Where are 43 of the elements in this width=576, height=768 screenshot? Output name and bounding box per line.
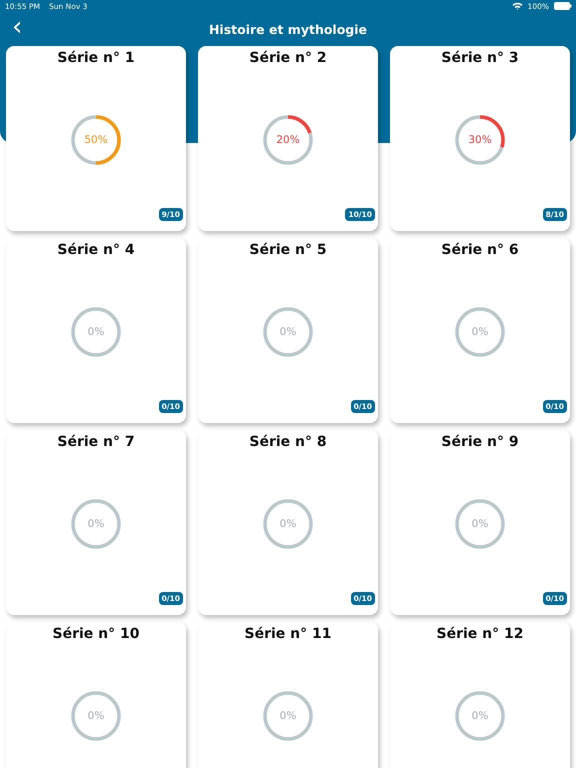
series-title: Série n° 9 [441, 434, 519, 450]
series-title: Série n° 5 [249, 242, 327, 258]
percent-label: 0% [88, 518, 104, 530]
percent-label: 30% [468, 134, 492, 146]
series-title: Série n° 2 [249, 50, 327, 66]
page-title: Histoire et mythologie [208, 22, 368, 36]
progress-ring [454, 498, 506, 550]
series-title: Série n° 3 [441, 50, 519, 66]
progress-ring [70, 498, 122, 550]
wifi-icon [512, 2, 523, 10]
series-card[interactable]: Série n° 11 0% [198, 622, 378, 768]
series-title: Série n° 7 [57, 434, 135, 450]
series-title: Série n° 4 [57, 242, 135, 258]
progress-ring [262, 306, 314, 358]
progress-ring [70, 690, 122, 742]
percent-label: 0% [472, 518, 488, 530]
percent-label: 20% [276, 134, 300, 146]
battery-icon [554, 2, 572, 10]
progress-ring [262, 114, 314, 166]
percent-label: 0% [88, 326, 104, 338]
series-card[interactable]: Série n° 12 0% [390, 622, 570, 768]
series-title: Série n° 10 [52, 626, 140, 642]
back-button[interactable]: ‹ [8, 14, 26, 40]
progress-ring [262, 690, 314, 742]
progress-ring [454, 690, 506, 742]
series-title: Série n° 6 [441, 242, 519, 258]
progress-ring [262, 498, 314, 550]
series-title: Série n° 8 [249, 434, 327, 450]
progress-ring [454, 306, 506, 358]
percent-label: 0% [280, 518, 296, 530]
progress-ring [454, 114, 506, 166]
series-title: Série n° 11 [244, 626, 332, 642]
series-title: Série n° 1 [57, 50, 135, 66]
series-title: Série n° 12 [436, 626, 524, 642]
percent-label: 0% [280, 710, 296, 722]
percent-label: 0% [280, 326, 296, 338]
percent-label: 50% [84, 134, 108, 146]
percent-label: 0% [472, 710, 488, 722]
progress-ring [70, 114, 122, 166]
series-card[interactable]: Série n° 10 0% [6, 622, 186, 768]
progress-ring [70, 306, 122, 358]
percent-label: 0% [472, 326, 488, 338]
percent-label: 0% [88, 710, 104, 722]
